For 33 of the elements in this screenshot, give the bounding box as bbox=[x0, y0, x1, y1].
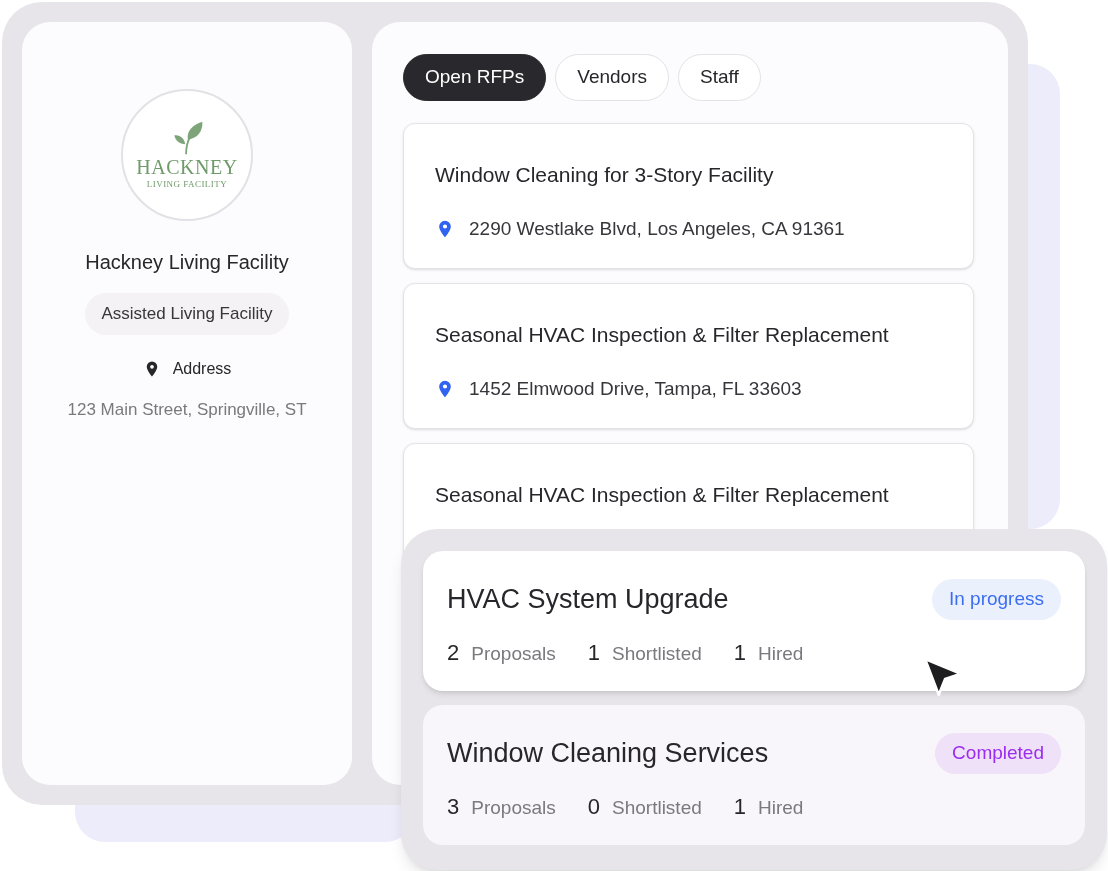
facility-name: Hackney Living Facility bbox=[85, 250, 289, 275]
rfp-address: 1452 Elmwood Drive, Tampa, FL 33603 bbox=[469, 376, 802, 401]
project-title: Window Cleaning Services bbox=[447, 737, 769, 770]
tab[interactable]: Open RFPs bbox=[403, 54, 547, 101]
project-card[interactable]: Window Cleaning Services Completed 3 Proposals 0 Shortlisted 1 Hired bbox=[423, 705, 1085, 845]
rfp-card[interactable]: Seasonal HVAC Inspection & Filter Replacement 1452 Elmwood Drive, Tampa, FL 33603 bbox=[403, 283, 974, 429]
stat-count: 1 bbox=[733, 638, 747, 667]
status-tag: Completed bbox=[935, 733, 1061, 774]
rfp-title: Window Cleaning for 3-Story Facility bbox=[435, 162, 775, 188]
stat-count: 0 bbox=[587, 792, 600, 821]
facility-address: 123 Main Street, Springville, ST bbox=[67, 398, 307, 421]
rfp-card[interactable]: Window Cleaning for 3-Story Facility 2290 Westlake Blvd, Los Angeles, CA 91361 bbox=[403, 123, 974, 269]
tab[interactable]: Staff bbox=[678, 54, 761, 101]
stat-label: Proposals bbox=[471, 641, 556, 666]
stat-count: 1 bbox=[587, 638, 600, 667]
address-label: Address bbox=[172, 358, 232, 379]
rfp-title: Seasonal HVAC Inspection & Filter Replacement bbox=[435, 482, 890, 508]
stat-count: 3 bbox=[447, 792, 460, 821]
stat-count: 2 bbox=[447, 638, 460, 667]
project-card[interactable]: HVAC System Upgrade In progress 2 Proposals 1 Shortlisted 1 Hired bbox=[423, 551, 1085, 691]
stat-label: Shortlisted bbox=[612, 795, 702, 820]
stat-label: Hired bbox=[758, 795, 804, 820]
tab[interactable]: Vendors bbox=[555, 54, 669, 101]
stat-count: 1 bbox=[733, 792, 747, 821]
facility-type-tag: Assisted Living Facility bbox=[85, 293, 289, 335]
logo-name: HACKNEY bbox=[136, 156, 238, 178]
status-tag: In progress bbox=[931, 579, 1061, 620]
rfp-address: 2290 Westlake Blvd, Los Angeles, CA 91361 bbox=[469, 216, 845, 241]
rfp-title: Seasonal HVAC Inspection & Filter Replacement bbox=[435, 322, 890, 348]
stat-label: Proposals bbox=[471, 795, 556, 820]
logo-subtitle: LIVING FACILITY bbox=[146, 178, 228, 190]
stat-label: Shortlisted bbox=[612, 641, 702, 666]
stat-label: Hired bbox=[758, 641, 804, 666]
